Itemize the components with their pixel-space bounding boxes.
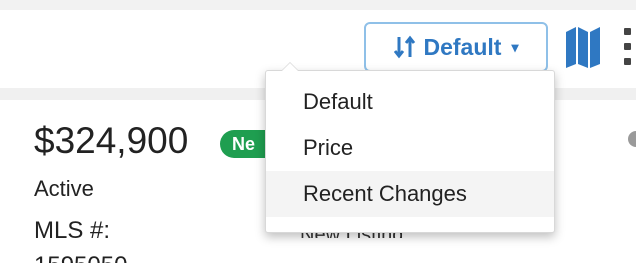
map-icon <box>566 27 600 68</box>
mls-number: 1595050 <box>34 252 127 263</box>
kebab-dot <box>624 58 631 65</box>
favorite-icon[interactable] <box>624 130 636 148</box>
mls-label: MLS #: <box>34 217 111 244</box>
kebab-dot <box>624 43 631 50</box>
sort-button-label: Default <box>423 33 502 60</box>
listing-price: $324,900 <box>34 120 189 161</box>
listing-status: Active <box>34 176 94 201</box>
more-options-button[interactable] <box>622 24 636 70</box>
sort-option-price[interactable]: Price <box>266 125 554 171</box>
kebab-dot <box>624 28 631 35</box>
top-border <box>0 0 636 10</box>
sort-options-list: Default Price Recent Changes <box>266 71 554 217</box>
sort-option-default[interactable]: Default <box>266 79 554 125</box>
sort-dropdown-menu: Default Price Recent Changes <box>265 62 555 233</box>
sort-option-recent-changes[interactable]: Recent Changes <box>266 171 554 217</box>
dropdown-arrow <box>281 62 299 71</box>
sort-arrows-icon <box>393 35 416 59</box>
chevron-down-icon: ▾ <box>511 38 519 55</box>
sort-button[interactable]: Default ▾ <box>364 22 548 72</box>
map-view-button[interactable] <box>564 24 602 70</box>
